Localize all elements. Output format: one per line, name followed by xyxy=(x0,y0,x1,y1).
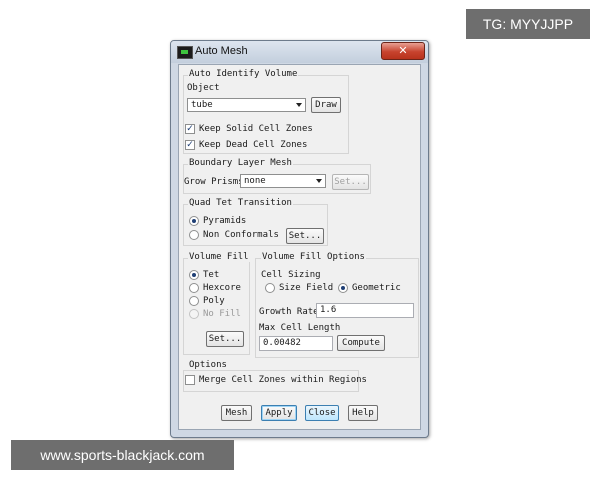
apply-button[interactable]: Apply xyxy=(261,405,297,421)
watermark-top-right: TG: MYYJJPP xyxy=(466,9,590,39)
grow-prisms-value: none xyxy=(244,176,266,186)
max-cell-length-input[interactable]: 0.00482 xyxy=(259,336,333,351)
quad-tet-transition-label: Quad Tet Transition xyxy=(188,198,293,208)
geometric-radio[interactable] xyxy=(338,283,348,293)
non-conformals-label: Non Conformals xyxy=(203,230,279,240)
watermark-bottom-left: www.sports-blackjack.com xyxy=(11,440,234,470)
merge-cell-zones-checkbox[interactable] xyxy=(185,375,195,385)
hexcore-label: Hexcore xyxy=(203,283,241,293)
volume-fill-label: Volume Fill xyxy=(188,252,250,262)
cell-sizing-label: Cell Sizing xyxy=(261,270,321,280)
title-bar[interactable]: Auto Mesh ✕ xyxy=(171,41,428,63)
checkmark-icon: ✓ xyxy=(186,140,194,150)
no-fill-label: No Fill xyxy=(203,309,241,319)
close-icon: ✕ xyxy=(398,44,408,57)
close-button[interactable]: Close xyxy=(305,405,339,421)
window-title: Auto Mesh xyxy=(195,45,248,57)
auto-identify-volume-label: Auto Identify Volume xyxy=(188,69,299,79)
geometric-label: Geometric xyxy=(352,283,401,293)
merge-cell-zones-label: Merge Cell Zones within Regions xyxy=(199,375,367,385)
options-label: Options xyxy=(188,360,228,370)
checkmark-icon: ✓ xyxy=(186,124,194,134)
help-button[interactable]: Help xyxy=(348,405,378,421)
keep-solid-cell-zones-label: Keep Solid Cell Zones xyxy=(199,124,313,134)
object-select-value: tube xyxy=(191,100,213,110)
non-conformals-radio[interactable] xyxy=(189,230,199,240)
mesh-button[interactable]: Mesh xyxy=(221,405,252,421)
keep-dead-cell-zones-checkbox[interactable]: ✓ xyxy=(185,140,195,150)
size-field-radio[interactable] xyxy=(265,283,275,293)
close-window-button[interactable]: ✕ xyxy=(381,42,425,60)
object-label: Object xyxy=(187,83,220,93)
volume-fill-options-label: Volume Fill Options xyxy=(261,252,366,262)
grow-prisms-label: Grow Prisms xyxy=(184,177,244,187)
volume-fill-set-button[interactable]: Set... xyxy=(206,331,244,347)
chevron-down-icon xyxy=(316,179,322,183)
chevron-down-icon xyxy=(296,103,302,107)
keep-dead-cell-zones-label: Keep Dead Cell Zones xyxy=(199,140,308,150)
hexcore-radio[interactable] xyxy=(189,283,199,293)
auto-mesh-dialog: Auto Mesh ✕ Auto Identify Volume Object … xyxy=(170,40,429,438)
boundary-layer-set-button[interactable]: Set... xyxy=(332,174,369,190)
poly-label: Poly xyxy=(203,296,225,306)
poly-radio[interactable] xyxy=(189,296,199,306)
size-field-label: Size Field xyxy=(279,283,334,293)
pyramids-label: Pyramids xyxy=(203,216,247,226)
object-select[interactable]: tube xyxy=(187,98,306,112)
boundary-layer-mesh-label: Boundary Layer Mesh xyxy=(188,158,293,168)
keep-solid-cell-zones-checkbox[interactable]: ✓ xyxy=(185,124,195,134)
compute-button[interactable]: Compute xyxy=(337,335,385,351)
max-cell-length-label: Max Cell Length xyxy=(259,323,341,333)
tet-label: Tet xyxy=(203,270,220,280)
dialog-body: Auto Identify Volume Object tube Draw ✓ … xyxy=(178,64,421,430)
growth-rate-input[interactable]: 1.6 xyxy=(316,303,414,318)
quad-tet-set-button[interactable]: Set... xyxy=(286,228,324,244)
draw-button[interactable]: Draw xyxy=(311,97,341,113)
no-fill-radio[interactable] xyxy=(189,309,199,319)
tet-radio[interactable] xyxy=(189,270,199,280)
growth-rate-label: Growth Rate xyxy=(259,307,319,317)
app-icon xyxy=(177,46,193,59)
pyramids-radio[interactable] xyxy=(189,216,199,226)
grow-prisms-select[interactable]: none xyxy=(240,174,326,188)
